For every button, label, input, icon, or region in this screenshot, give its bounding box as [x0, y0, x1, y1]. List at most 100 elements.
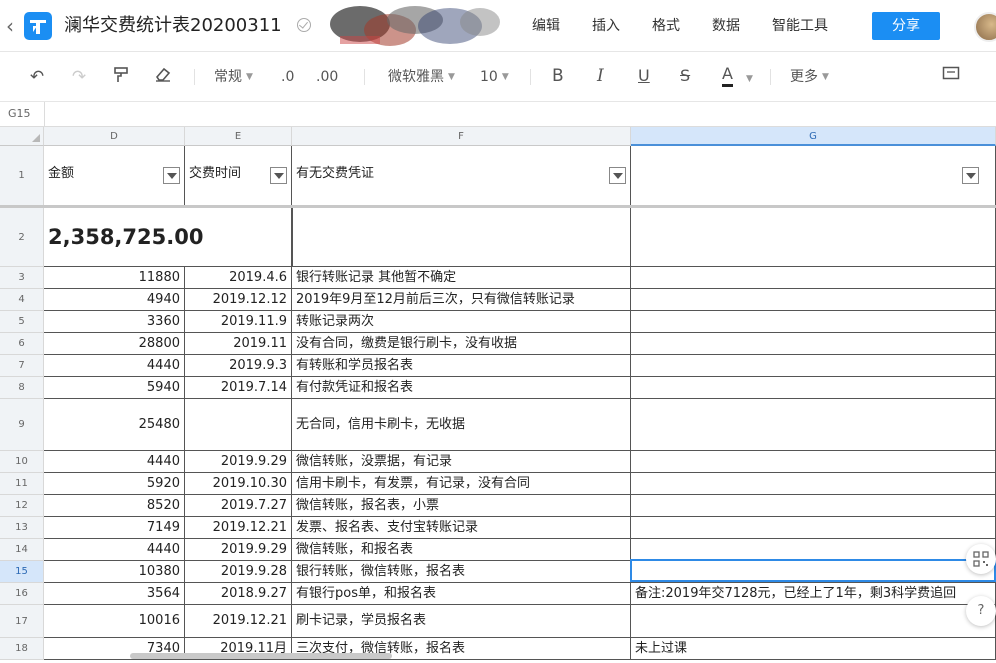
amount-cell[interactable]: 5920 — [44, 473, 185, 495]
date-cell[interactable]: 2019.9.29 — [185, 451, 292, 473]
note-cell[interactable] — [631, 333, 996, 355]
note-cell[interactable] — [631, 451, 996, 473]
note-cell[interactable]: 未上过课 — [631, 638, 996, 660]
row-header[interactable]: 17 — [0, 605, 44, 638]
filter-dropdown-icon[interactable] — [609, 167, 626, 184]
proof-cell[interactable]: 微信转账，报名表，小票 — [292, 495, 631, 517]
proof-cell[interactable]: 无合同，信用卡刷卡，无收据 — [292, 399, 631, 451]
proof-cell[interactable]: 转账记录两次 — [292, 311, 631, 333]
amount-cell[interactable]: 4440 — [44, 451, 185, 473]
amount-cell[interactable]: 4940 — [44, 289, 185, 311]
proof-cell[interactable]: 刷卡记录，学员报名表 — [292, 605, 631, 638]
date-cell[interactable]: 2019.12.21 — [185, 517, 292, 539]
proof-cell[interactable]: 银行转账记录 其他暂不确定 — [292, 267, 631, 289]
decrease-decimal-button[interactable]: .0 — [281, 66, 294, 88]
strikethrough-button[interactable]: S — [680, 65, 690, 87]
amount-cell[interactable]: 3360 — [44, 311, 185, 333]
proof-cell[interactable]: 微信转账，没票据，有记录 — [292, 451, 631, 473]
proof-cell[interactable]: 有转账和学员报名表 — [292, 355, 631, 377]
note-cell[interactable] — [631, 517, 996, 539]
row-header[interactable]: 6 — [0, 333, 44, 355]
amount-cell[interactable]: 5940 — [44, 377, 185, 399]
row-header[interactable]: 14 — [0, 539, 44, 561]
horizontal-scrollbar[interactable] — [130, 653, 392, 659]
column-header-f[interactable]: F — [292, 127, 631, 146]
help-button[interactable]: ? — [966, 596, 996, 626]
row-header[interactable]: 1 — [0, 146, 44, 206]
note-cell[interactable] — [631, 311, 996, 333]
row-header[interactable]: 3 — [0, 267, 44, 289]
note-cell[interactable] — [631, 473, 996, 495]
date-cell[interactable]: 2018.9.27 — [185, 583, 292, 605]
row-header[interactable]: 10 — [0, 451, 44, 473]
font-size-select[interactable]: 10 ▼ — [480, 66, 509, 88]
header-cell-proof[interactable]: 有无交费凭证 — [292, 146, 631, 206]
row-header[interactable]: 12 — [0, 495, 44, 517]
italic-button[interactable]: I — [597, 65, 604, 87]
date-cell[interactable]: 2019.7.14 — [185, 377, 292, 399]
proof-cell[interactable]: 银行转账，微信转账，报名表 — [292, 561, 631, 583]
row-header[interactable]: 15 — [0, 561, 44, 583]
cell-reference[interactable]: G15 — [8, 107, 31, 120]
note-cell[interactable] — [631, 605, 996, 638]
amount-cell[interactable]: 3564 — [44, 583, 185, 605]
date-cell[interactable]: 2019.11 — [185, 333, 292, 355]
row-header[interactable]: 9 — [0, 399, 44, 451]
underline-button[interactable]: U — [638, 65, 650, 87]
filter-dropdown-icon[interactable] — [163, 167, 180, 184]
proof-cell[interactable]: 发票、报名表、支付宝转账记录 — [292, 517, 631, 539]
increase-decimal-button[interactable]: .00 — [316, 66, 338, 88]
amount-cell[interactable]: 4440 — [44, 355, 185, 377]
menu-edit[interactable]: 编辑 — [532, 16, 560, 36]
note-cell[interactable] — [631, 377, 996, 399]
date-cell[interactable]: 2019.4.6 — [185, 267, 292, 289]
undo-icon[interactable]: ↶ — [26, 66, 48, 88]
qr-code-icon[interactable] — [966, 544, 996, 574]
menu-format[interactable]: 格式 — [652, 16, 680, 36]
amount-cell[interactable]: 10016 — [44, 605, 185, 638]
chevron-down-icon[interactable]: ▼ — [746, 74, 753, 84]
bold-button[interactable]: B — [552, 65, 564, 87]
column-header-e[interactable]: E — [185, 127, 292, 146]
number-format-select[interactable]: 常规 ▼ — [214, 66, 253, 88]
amount-cell[interactable]: 10380 — [44, 561, 185, 583]
font-color-button[interactable]: A — [722, 64, 733, 87]
note-cell[interactable] — [631, 267, 996, 289]
amount-cell[interactable]: 7149 — [44, 517, 185, 539]
date-cell[interactable]: 2019.12.21 — [185, 605, 292, 638]
spreadsheet-grid[interactable]: D E F G 1 金额 交费时间 有无交费凭证 2 2,358,725.00 … — [0, 127, 996, 663]
font-family-select[interactable]: 微软雅黑 ▼ — [388, 66, 455, 88]
row-header[interactable]: 7 — [0, 355, 44, 377]
date-cell[interactable]: 2019.9.28 — [185, 561, 292, 583]
comment-icon[interactable] — [940, 66, 962, 88]
proof-cell[interactable]: 微信转账，和报名表 — [292, 539, 631, 561]
header-cell-g[interactable] — [631, 146, 996, 206]
menu-insert[interactable]: 插入 — [592, 16, 620, 36]
note-cell[interactable] — [631, 399, 996, 451]
avatar[interactable] — [974, 12, 996, 42]
proof-cell[interactable]: 有银行pos单，和报名表 — [292, 583, 631, 605]
row-header[interactable]: 11 — [0, 473, 44, 495]
filter-dropdown-icon[interactable] — [270, 167, 287, 184]
share-button[interactable]: 分享 — [872, 12, 940, 40]
row-header[interactable]: 2 — [0, 208, 44, 267]
column-header-d[interactable]: D — [44, 127, 185, 146]
note-cell[interactable]: 备注:2019年交7128元，已经上了1年，剩3科学费追回 — [631, 583, 996, 605]
amount-cell[interactable]: 8520 — [44, 495, 185, 517]
clear-format-icon[interactable] — [152, 66, 174, 88]
proof-cell[interactable]: 有付款凭证和报名表 — [292, 377, 631, 399]
date-cell[interactable]: 2019.7.27 — [185, 495, 292, 517]
row-header[interactable]: 16 — [0, 583, 44, 605]
row-header[interactable]: 18 — [0, 638, 44, 660]
amount-cell[interactable]: 25480 — [44, 399, 185, 451]
document-title[interactable]: 澜华交费统计表20200311 — [64, 13, 282, 39]
date-cell[interactable] — [185, 399, 292, 451]
format-painter-icon[interactable] — [110, 66, 132, 88]
proof-cell[interactable]: 没有合同，缴费是银行刷卡，没有收据 — [292, 333, 631, 355]
amount-cell[interactable]: 28800 — [44, 333, 185, 355]
back-arrow-icon[interactable]: ‹ — [6, 14, 20, 38]
row-header[interactable]: 13 — [0, 517, 44, 539]
menu-data[interactable]: 数据 — [712, 16, 740, 36]
proof-cell[interactable]: 信用卡刷卡，有发票，有记录，没有合同 — [292, 473, 631, 495]
note-cell[interactable] — [631, 495, 996, 517]
